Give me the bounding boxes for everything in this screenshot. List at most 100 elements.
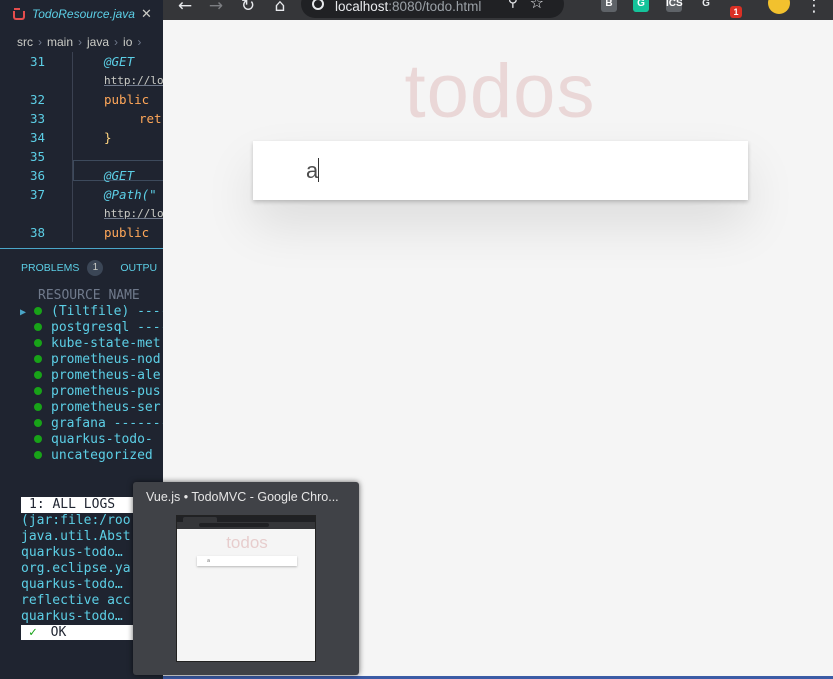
status-dot-icon	[34, 370, 42, 379]
selected-arrow-icon: ▶	[20, 307, 27, 318]
log-line: quarkus-todo…	[21, 545, 123, 560]
google-extension-icon[interactable]: G	[698, 0, 714, 12]
resource-row[interactable]: prometheus-nod	[20, 352, 161, 368]
code-line: 37 @Path("	[0, 185, 163, 204]
close-icon[interactable]: ✕	[141, 7, 152, 22]
preview-thumbnail[interactable]: todos a	[176, 515, 316, 662]
new-todo-input[interactable]	[253, 141, 748, 200]
problems-count-badge: 1	[87, 260, 104, 276]
code-text: }	[104, 130, 112, 145]
resource-name: (Tiltfile) -----	[51, 304, 163, 319]
status-dot-icon	[34, 322, 42, 331]
status-dot-icon	[34, 338, 42, 347]
taskbar-window-preview[interactable]: Vue.js • TodoMVC - Google Chro... todos …	[133, 482, 359, 675]
resource-row[interactable]: prometheus-ser	[20, 400, 161, 416]
extension-b-icon[interactable]: B	[601, 0, 617, 12]
all-logs-tab[interactable]: 1: ALL LOGS	[21, 497, 133, 513]
code-text: public	[104, 92, 150, 107]
back-arrow-icon[interactable]: ←	[175, 0, 195, 16]
notification-badge-icon[interactable]: 1	[730, 6, 742, 18]
resource-row[interactable]: postgresql -----	[20, 320, 163, 336]
code-line: 31 @GET	[0, 52, 163, 71]
tab-output[interactable]: OUTPU	[120, 262, 157, 274]
code-line: 35	[0, 147, 163, 166]
line-number: 34	[29, 130, 45, 145]
forward-arrow-icon[interactable]: →	[206, 0, 226, 16]
ics-extension-icon[interactable]: ICS	[666, 0, 683, 12]
log-line: quarkus-todo…	[21, 577, 123, 592]
status-dot-icon	[34, 418, 42, 427]
code-area[interactable]: 31 @GET http://loc 32 public 33 ret 34} 35 36 @GET…	[0, 52, 163, 248]
line-number: 38	[29, 225, 45, 240]
code-line: http://loc	[0, 71, 163, 90]
home-icon[interactable]: ⌂	[270, 0, 290, 16]
chevron-right-icon: ›	[78, 35, 83, 49]
resource-name: quarkus-todo-	[51, 432, 153, 447]
resource-row[interactable]: ▶ (Tiltfile) -----	[20, 304, 163, 320]
tab-problems[interactable]: PROBLEMS	[21, 262, 79, 274]
line-number: 35	[29, 149, 45, 164]
thumb-input: a	[197, 556, 297, 566]
resource-row[interactable]: prometheus-pus	[20, 384, 161, 400]
grammarly-icon[interactable]: G	[633, 0, 649, 12]
resource-row[interactable]: grafana -------	[20, 416, 163, 432]
log-line: quarkus-todo…	[21, 609, 123, 624]
chevron-right-icon: ›	[38, 35, 42, 49]
panel-divider	[0, 248, 163, 249]
chevron-right-icon: ›	[137, 35, 142, 49]
code-line: 34}	[0, 128, 163, 147]
code-text: public	[104, 225, 150, 240]
resource-name: grafana -------	[51, 416, 163, 431]
bookmark-star-icon[interactable]: ☆	[530, 0, 544, 12]
log-line: org.eclipse.ya	[21, 561, 131, 576]
status-dot-icon	[34, 402, 42, 411]
log-line: java.util.Abst	[21, 529, 131, 544]
line-number: 31	[29, 54, 45, 69]
resource-name: postgresql -----	[51, 320, 163, 335]
preview-window-title: Vue.js • TodoMVC - Google Chro...	[146, 490, 339, 504]
line-number: 32	[29, 92, 45, 107]
status-text: OK	[50, 625, 67, 640]
panel-tabs: PROBLEMS 1 OUTPU	[0, 258, 157, 278]
reload-icon[interactable]: ↻	[238, 0, 258, 16]
status-dot-icon	[34, 386, 42, 395]
check-icon: ✓	[29, 625, 37, 640]
resource-name: prometheus-ser	[51, 400, 161, 415]
resource-row[interactable]: kube-state-met	[20, 336, 161, 352]
code-text: @GET	[104, 168, 135, 183]
log-line: (jar:file:/roo	[21, 513, 131, 528]
resource-row[interactable]: uncategorized	[20, 448, 153, 464]
breadcrumb: src › main › java › io ›	[0, 32, 146, 52]
resource-row[interactable]: prometheus-ale	[20, 368, 161, 384]
breadcrumb-item[interactable]: java	[87, 35, 109, 49]
browser-toolbar: ← → ↻ ⌂ localhost:8080/todo.html ⚲ ☆ B G I…	[163, 0, 833, 20]
code-text: http://loc	[104, 74, 163, 87]
code-line: 38 public	[0, 223, 163, 242]
resource-row[interactable]: quarkus-todo-	[20, 432, 153, 448]
chevron-right-icon: ›	[114, 35, 119, 49]
resource-name: prometheus-pus	[51, 384, 161, 399]
breadcrumb-item[interactable]: src	[17, 35, 33, 49]
code-line: http://loc	[0, 204, 163, 223]
breadcrumb-item[interactable]: main	[47, 35, 73, 49]
desktop: TodoResource.java ✕ src › main › java › …	[0, 0, 833, 679]
info-icon[interactable]	[312, 0, 324, 10]
url-text: localhost:8080/todo.html	[335, 0, 482, 14]
todo-app	[253, 141, 748, 200]
zoom-icon[interactable]: ⚲	[508, 0, 518, 10]
menu-dots-icon[interactable]: ⋮	[804, 0, 824, 16]
java-file-icon	[12, 8, 25, 20]
thumb-page-title: todos	[226, 533, 268, 552]
code-line: 32 public	[0, 90, 163, 109]
thumb-address-bar	[199, 523, 269, 527]
line-number: 37	[29, 187, 45, 202]
editor-tab-todoresource[interactable]: TodoResource.java ✕	[0, 0, 163, 28]
resource-name: kube-state-met	[51, 336, 161, 351]
code-line: 33 ret	[0, 109, 163, 128]
resource-name: prometheus-nod	[51, 352, 161, 367]
profile-avatar[interactable]	[768, 0, 790, 14]
code-line: 36 @GET	[0, 166, 163, 185]
editor-tabbar: TodoResource.java ✕	[0, 0, 163, 28]
breadcrumb-item[interactable]: io	[123, 35, 132, 49]
address-bar[interactable]: localhost:8080/todo.html ⚲ ☆	[301, 0, 564, 18]
